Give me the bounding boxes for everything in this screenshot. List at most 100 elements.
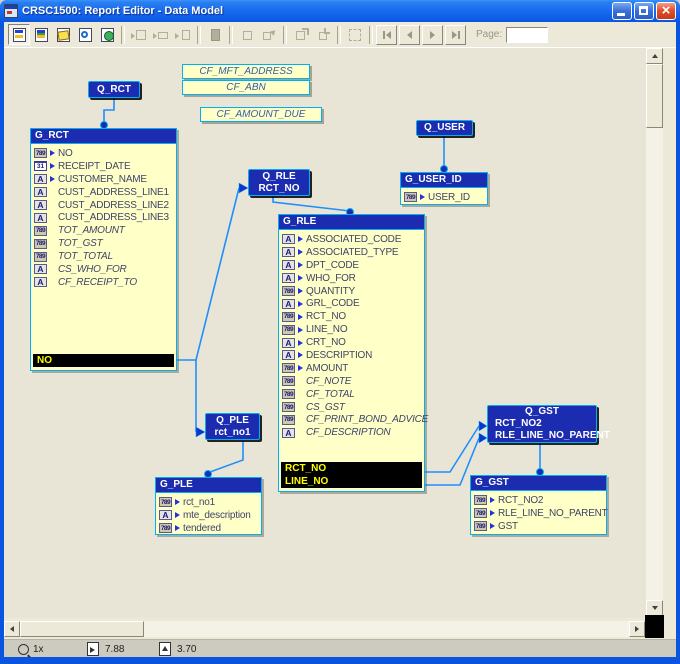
column-tot_total[interactable]: 789 TOT_TOTAL (31, 250, 176, 263)
frame-tool-3-button[interactable] (172, 24, 194, 45)
minimize-button[interactable] (612, 2, 632, 20)
column-dpt_code[interactable]: A DPT_CODE (279, 259, 424, 272)
column-label: CRT_NO (306, 337, 346, 349)
contract-tool-button[interactable] (312, 24, 334, 45)
previous-page-button[interactable] (399, 24, 420, 45)
group-box-g_gst[interactable]: G_GST 789 RCT_NO2 789 RLE_LINE_NO_PARENT 789 G… (470, 475, 608, 535)
char-column-icon: A (159, 510, 172, 521)
break-column-rct_no[interactable]: RCT_NO (281, 462, 422, 475)
column-quantity[interactable]: 789 QUANTITY (279, 285, 424, 298)
next-page-button[interactable] (422, 24, 443, 45)
column-cf_total[interactable]: 789 CF_TOTAL (279, 388, 424, 401)
char-column-icon: A (282, 298, 295, 309)
source-arrow-icon (487, 523, 498, 530)
char-column-icon: A (282, 260, 295, 271)
column-associated_code[interactable]: A ASSOCIATED_CODE (279, 233, 424, 246)
vertical-scroll-thumb[interactable] (646, 64, 663, 128)
break-order-section: NO (33, 354, 174, 367)
scroll-up-button[interactable] (646, 48, 663, 64)
formula-column-cf-amount-due[interactable]: CF_AMOUNT_DUE (200, 107, 322, 122)
column-who_for[interactable]: A WHO_FOR (279, 272, 424, 285)
column-cust_address_line3[interactable]: A CUST_ADDRESS_LINE3 (31, 211, 176, 224)
maximize-button[interactable] (634, 2, 654, 20)
horizontal-scrollbar[interactable] (4, 621, 645, 637)
column-cs_who_for[interactable]: A CS_WHO_FOR (31, 263, 176, 276)
column-label: RECEIPT_DATE (58, 160, 131, 172)
column-cf_description[interactable]: A CF_DESCRIPTION (279, 426, 424, 439)
group-box-g_ple[interactable]: G_PLE 789 rct_no1 Amte_description 789 tender… (155, 477, 262, 535)
frame-tool-2-button[interactable] (150, 24, 172, 45)
query-box-q_user[interactable]: Q_USER (416, 120, 473, 136)
group-box-g_rct[interactable]: G_RCT 789 NO 31 RECEIPT_DATE A CUSTOMER_NAME A C… (30, 128, 177, 371)
formula-column-cf-abn[interactable]: CF_ABN (182, 80, 310, 95)
column-line_no[interactable]: 789 LINE_NO (279, 323, 424, 336)
column-tot_gst[interactable]: 789 TOT_GST (31, 237, 176, 250)
paper-design-view-button[interactable] (52, 24, 74, 45)
select-child-button[interactable] (258, 24, 280, 45)
query-box-q_ple[interactable]: Q_PLE rct_no1 (205, 413, 260, 440)
column-label: NO (58, 147, 73, 159)
column-receipt_date[interactable]: 31 RECEIPT_DATE (31, 160, 176, 173)
selection-tool-button[interactable] (344, 24, 366, 45)
column-label: CS_WHO_FOR (58, 263, 127, 275)
scroll-down-button[interactable] (646, 600, 663, 616)
source-arrow-icon (295, 275, 306, 282)
break-column-line_no[interactable]: LINE_NO (281, 475, 422, 488)
scroll-right-button[interactable] (629, 621, 645, 637)
format-painter-button[interactable] (204, 24, 226, 45)
column-cust_address_line2[interactable]: A CUST_ADDRESS_LINE2 (31, 199, 176, 212)
query-box-q_rle[interactable]: Q_RLE RCT_NO (248, 169, 310, 196)
scroll-left-button[interactable] (4, 621, 20, 637)
web-source-view-button[interactable] (96, 24, 118, 45)
column-grl_code[interactable]: A GRL_CODE (279, 297, 424, 310)
formula-column-cf-mft-address[interactable]: CF_MFT_ADDRESS (182, 64, 310, 79)
column-cf_note[interactable]: 789 CF_NOTE (279, 375, 424, 388)
column-no[interactable]: 789 NO (31, 147, 176, 160)
x-position-icon (87, 642, 99, 656)
column-label: CF_DESCRIPTION (306, 427, 391, 439)
column-description[interactable]: A DESCRIPTION (279, 349, 424, 362)
column-cf_receipt_to[interactable]: A CF_RECEIPT_TO (31, 276, 176, 289)
group-box-g_rle[interactable]: G_RLE A ASSOCIATED_CODE A ASSOCIATED_TYPE A DP… (278, 214, 428, 492)
parameter-form-view-button[interactable] (74, 24, 96, 45)
data-model-view-button[interactable] (8, 24, 30, 45)
source-arrow-icon (295, 313, 306, 320)
break-column-no[interactable]: NO (33, 354, 174, 367)
data-model-canvas[interactable]: CF_MFT_ADDRESS CF_ABN CF_AMOUNT_DUE Q_RC… (4, 48, 646, 618)
group-box-g_user_id[interactable]: G_USER_ID 789 USER_ID (400, 172, 488, 205)
titlebar[interactable]: CRSC1500: Report Editor - Data Model (0, 0, 680, 22)
column-amount[interactable]: 789 AMOUNT (279, 362, 424, 375)
column-crt_no[interactable]: A CRT_NO (279, 336, 424, 349)
column-gst[interactable]: 789 GST (471, 520, 606, 533)
column-cf_print_bond_advice[interactable]: 789 CF_PRINT_BOND_ADVICE (279, 413, 428, 426)
column-rct_no[interactable]: 789 RCT_NO (279, 310, 424, 323)
num-column-icon: 789 (282, 389, 295, 400)
expand-tool-button[interactable] (290, 24, 312, 45)
column-customer_name[interactable]: A CUSTOMER_NAME (31, 173, 176, 186)
web-source-icon (99, 27, 115, 42)
first-page-button[interactable] (376, 24, 397, 45)
column-mte_description[interactable]: Amte_description (156, 509, 261, 522)
column-rct_no2[interactable]: 789 RCT_NO2 (471, 494, 606, 507)
column-associated_type[interactable]: A ASSOCIATED_TYPE (279, 246, 424, 259)
paper-layout-view-button[interactable] (30, 24, 52, 45)
query-box-q_gst[interactable]: Q_GST RCT_NO2 RLE_LINE_NO_PARENT (487, 405, 610, 443)
column-tendered[interactable]: 789 tendered (156, 522, 261, 535)
column-rct_no1[interactable]: 789 rct_no1 (156, 496, 261, 509)
paper-design-icon (55, 27, 71, 42)
column-cust_address_line1[interactable]: A CUST_ADDRESS_LINE1 (31, 186, 176, 199)
vertical-scrollbar[interactable] (646, 48, 663, 616)
query-box-q_rct[interactable]: Q_RCT (88, 81, 140, 98)
application-icon (4, 4, 18, 18)
close-button[interactable] (656, 2, 676, 20)
window-frame-right (676, 22, 680, 657)
frame-tool-1-button[interactable] (128, 24, 150, 45)
column-tot_amount[interactable]: 789 TOT_AMOUNT (31, 224, 176, 237)
column-cs_gst[interactable]: 789 CS_GST (279, 401, 424, 414)
last-page-button[interactable] (445, 24, 466, 45)
select-parent-button[interactable] (236, 24, 258, 45)
column-rle_line_no_parent[interactable]: 789 RLE_LINE_NO_PARENT (471, 507, 608, 520)
column-user_id[interactable]: 789 USER_ID (401, 191, 487, 204)
page-input[interactable] (506, 26, 549, 43)
horizontal-scroll-thumb[interactable] (20, 621, 144, 637)
